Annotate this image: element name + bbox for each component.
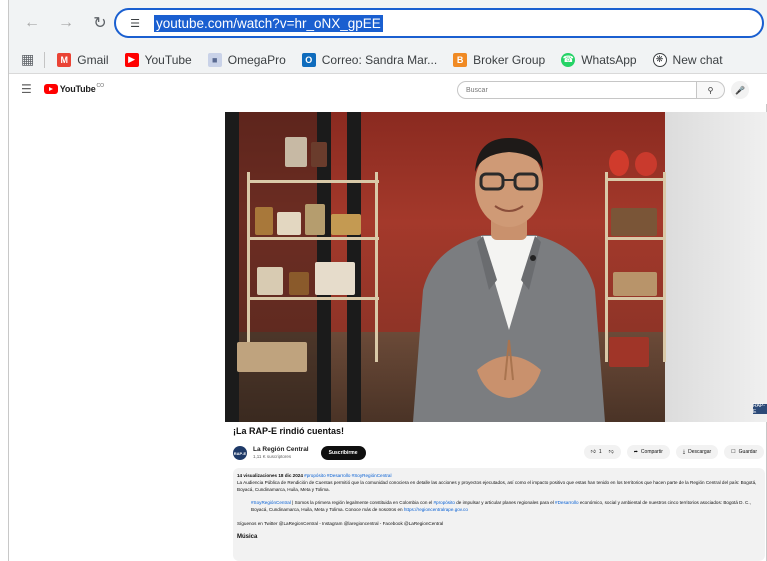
bookmarks-bar: ▦ M Gmail ▶ YouTube ■ OmegaPro O Correo:… bbox=[9, 46, 767, 74]
bookmark-broker-group[interactable]: B Broker Group bbox=[453, 52, 546, 67]
video-product bbox=[285, 137, 307, 167]
bookmark-label: Correo: Sandra Mar... bbox=[321, 52, 438, 67]
thumbs-down-icon: 👎︎ bbox=[608, 449, 614, 455]
openai-icon: ❋ bbox=[652, 52, 667, 67]
like-dislike-button[interactable]: 👍︎ 1 👎︎ bbox=[583, 445, 621, 459]
website-link[interactable]: https://regioncentralrape.gov.co bbox=[404, 507, 468, 512]
site-settings-icon[interactable]: ☰ bbox=[126, 14, 144, 32]
save-label: Guardar bbox=[738, 449, 757, 455]
voice-search-button[interactable]: 🎤 bbox=[731, 81, 749, 99]
video-shelf bbox=[663, 172, 666, 362]
video-product bbox=[257, 267, 283, 295]
bookmark-label: New chat bbox=[672, 52, 723, 67]
youtube-icon: ▶ bbox=[124, 52, 139, 67]
video-product bbox=[255, 207, 273, 235]
video-shelf bbox=[247, 172, 250, 362]
video-watermark: RAP-E bbox=[753, 403, 767, 415]
description-text: de impulsar y articular planes regionale… bbox=[454, 500, 556, 506]
video-product bbox=[311, 142, 327, 167]
address-bar-row: ← → ↻ ☰ youtube.com/watch?v=hr_oNX_gpEE bbox=[9, 0, 767, 46]
youtube-play-icon bbox=[43, 84, 58, 94]
video-actions: 👍︎ 1 👎︎ ➦ Compartir ⤓ Descargar ☐ Guarda… bbox=[583, 445, 764, 459]
hashtag-link[interactable]: #propósito bbox=[434, 500, 455, 505]
bookmark-label: WhatsApp bbox=[581, 52, 637, 67]
url-text[interactable]: youtube.com/watch?v=hr_oNX_gpEE bbox=[154, 14, 383, 32]
channel-info: La Región Central 1,11 K suscriptores bbox=[253, 446, 309, 460]
save-icon: ☐ bbox=[731, 449, 736, 455]
bookmark-whatsapp[interactable]: ☎ WhatsApp bbox=[561, 52, 637, 67]
bookmark-label: Gmail bbox=[77, 52, 109, 67]
bookmark-label: Broker Group bbox=[473, 52, 546, 67]
search-button[interactable]: ⚲ bbox=[697, 81, 725, 99]
apps-grid-icon[interactable]: ▦ bbox=[21, 51, 34, 68]
video-title: ¡La RAP-E rindió cuentas! bbox=[233, 426, 345, 436]
video-product bbox=[635, 152, 657, 176]
forward-icon[interactable]: → bbox=[55, 12, 77, 34]
video-presenter bbox=[413, 138, 605, 422]
omegapro-icon: ■ bbox=[207, 52, 222, 67]
channel-avatar[interactable]: RAP-E bbox=[233, 446, 247, 460]
microphone-icon: 🎤 bbox=[735, 85, 745, 95]
search-icon: ⚲ bbox=[707, 85, 714, 95]
description-paragraph: #SoyRegiónCentral | Somos la primera reg… bbox=[251, 499, 761, 513]
video-product bbox=[237, 342, 307, 372]
bookmark-label: YouTube bbox=[144, 52, 192, 67]
bookmark-youtube[interactable]: ▶ YouTube bbox=[124, 52, 192, 67]
video-product bbox=[289, 272, 309, 295]
video-player[interactable]: RAP-E bbox=[225, 112, 767, 422]
browser-window: ← → ↻ ☰ youtube.com/watch?v=hr_oNX_gpEE … bbox=[8, 0, 767, 561]
video-shelf bbox=[247, 180, 379, 183]
bookmarks-divider bbox=[44, 51, 46, 68]
download-label: Descargar bbox=[688, 449, 712, 455]
search-input[interactable]: Buscar bbox=[457, 81, 697, 99]
subscribe-button[interactable]: Suscribirme bbox=[320, 446, 366, 460]
video-product bbox=[277, 212, 301, 235]
broker-group-icon: B bbox=[453, 52, 468, 67]
reload-icon[interactable]: ↻ bbox=[89, 12, 111, 34]
bookmark-new-chat[interactable]: ❋ New chat bbox=[652, 52, 723, 67]
views-date: 14 visualizaciones 18 dic 2024 bbox=[237, 473, 303, 478]
music-section-heading: Música bbox=[237, 533, 258, 540]
hashtag-link[interactable]: #Desarrollo bbox=[555, 500, 579, 505]
video-door-frame bbox=[225, 112, 239, 422]
youtube-header: ☰ YouTube CO Buscar ⚲ 🎤 bbox=[9, 74, 767, 104]
channel-name[interactable]: La Región Central bbox=[253, 446, 309, 454]
download-icon: ⤓ bbox=[682, 449, 686, 455]
video-shelf bbox=[247, 237, 379, 240]
video-shelf bbox=[375, 172, 378, 362]
youtube-logo[interactable]: YouTube CO bbox=[43, 83, 105, 94]
share-label: Compartir bbox=[640, 449, 663, 455]
description-text: | Somos la primera región legalmente con… bbox=[290, 500, 434, 506]
share-icon: ➦ bbox=[633, 449, 638, 455]
subscriber-count: 1,11 K suscriptores bbox=[253, 454, 292, 459]
video-white-wall bbox=[665, 112, 767, 422]
thumbs-up-icon: 👍︎ bbox=[590, 449, 596, 455]
video-shelf bbox=[247, 297, 379, 300]
bookmark-label: OmegaPro bbox=[227, 52, 286, 67]
download-button[interactable]: ⤓ Descargar bbox=[675, 445, 719, 459]
like-count: 1 bbox=[598, 449, 602, 455]
description-paragraph: Síguenos en Twitter @LaRegionCentral - I… bbox=[237, 520, 444, 526]
video-product bbox=[315, 262, 355, 295]
video-description[interactable]: 14 visualizaciones 18 dic 2024 #propósit… bbox=[233, 468, 765, 561]
hashtag-link[interactable]: #SoyRegiónCentral bbox=[251, 500, 291, 505]
hamburger-menu-icon[interactable]: ☰ bbox=[21, 82, 32, 96]
bookmark-correo[interactable]: O Correo: Sandra Mar... bbox=[301, 52, 438, 67]
outlook-icon: O bbox=[301, 52, 316, 67]
bookmark-gmail[interactable]: M Gmail bbox=[57, 52, 109, 67]
address-bar[interactable]: ☰ youtube.com/watch?v=hr_oNX_gpEE bbox=[114, 8, 764, 38]
video-product bbox=[305, 204, 325, 235]
youtube-logo-text: YouTube bbox=[59, 84, 96, 94]
video-product bbox=[331, 214, 361, 235]
gmail-icon: M bbox=[57, 52, 72, 67]
back-icon[interactable]: ← bbox=[21, 12, 43, 34]
whatsapp-icon: ☎ bbox=[561, 52, 576, 67]
bookmark-omegapro[interactable]: ■ OmegaPro bbox=[207, 52, 286, 67]
meta-hashtags[interactable]: #propósito #Desarrollo #SoyRegiónCentral bbox=[304, 473, 391, 478]
description-paragraph: La Audiencia Pública de Rendición de Cue… bbox=[237, 480, 757, 493]
save-button[interactable]: ☐ Guardar bbox=[724, 445, 764, 459]
country-code: CO bbox=[96, 83, 105, 89]
channel-row: RAP-E La Región Central 1,11 K suscripto… bbox=[233, 442, 767, 464]
share-button[interactable]: ➦ Compartir bbox=[626, 445, 670, 459]
